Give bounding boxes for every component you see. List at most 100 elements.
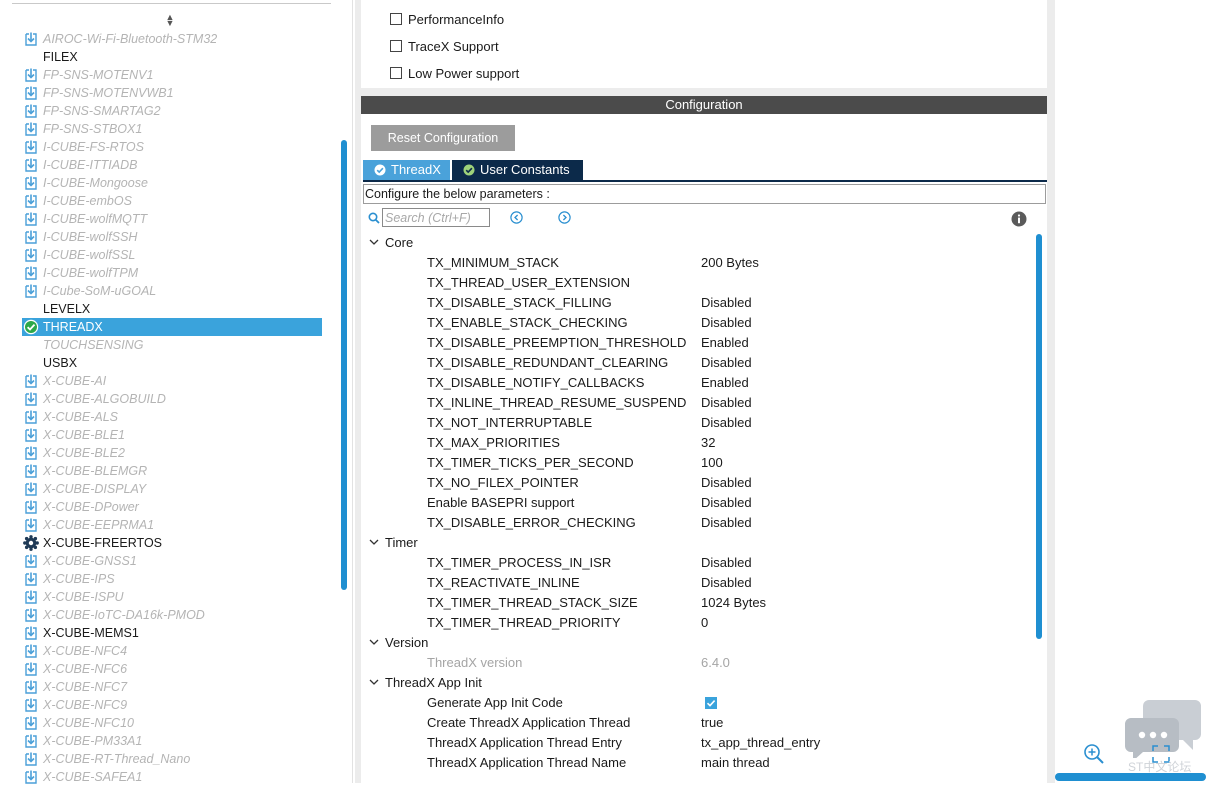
param-name[interactable]: TX_TIMER_TICKS_PER_SECOND — [427, 453, 634, 473]
param-group-timer[interactable]: Timer — [369, 533, 418, 553]
param-value[interactable]: Disabled — [701, 553, 752, 573]
software-pack-item[interactable]: AIROC-Wi-Fi-Bluetooth-STM32 — [22, 30, 322, 48]
software-pack-item[interactable]: X-CUBE-IPS — [22, 570, 322, 588]
software-pack-item[interactable]: X-CUBE-NFC7 — [22, 678, 322, 696]
param-name[interactable]: TX_MINIMUM_STACK — [427, 253, 559, 273]
software-pack-item[interactable]: X-CUBE-MEMS1 — [22, 624, 322, 642]
param-name[interactable]: Generate App Init Code — [427, 693, 563, 713]
software-pack-item[interactable]: I-Cube-SoM-uGOAL — [22, 282, 322, 300]
tracex-support-checkbox[interactable]: TraceX Support — [390, 39, 499, 55]
software-pack-item[interactable]: X-CUBE-SAFEA1 — [22, 768, 322, 786]
software-pack-item[interactable]: FP-SNS-MOTENV1 — [22, 66, 322, 84]
software-pack-item[interactable]: X-CUBE-ALGOBUILD — [22, 390, 322, 408]
chevron-down-icon[interactable] — [369, 237, 379, 247]
software-pack-item[interactable]: X-CUBE-ALS — [22, 408, 322, 426]
chevron-down-icon[interactable] — [369, 637, 379, 647]
chevron-down-icon[interactable] — [369, 677, 379, 687]
param-value[interactable]: Disabled — [701, 513, 752, 533]
param-group-version[interactable]: Version — [369, 633, 428, 653]
software-pack-item[interactable]: I-CUBE-wolfSSH — [22, 228, 322, 246]
zoom-in-icon[interactable] — [1083, 743, 1105, 765]
checkbox-icon[interactable] — [390, 67, 402, 79]
performance-info-checkbox[interactable]: PerformanceInfo — [390, 12, 504, 28]
search-input[interactable] — [382, 208, 490, 227]
software-pack-item[interactable]: X-CUBE-NFC4 — [22, 642, 322, 660]
search-icon[interactable] — [368, 212, 380, 224]
horizontal-scrollbar[interactable] — [1055, 773, 1206, 781]
param-value[interactable]: Disabled — [701, 473, 752, 493]
next-match-icon[interactable] — [558, 211, 571, 224]
param-name[interactable]: TX_DISABLE_NOTIFY_CALLBACKS — [427, 373, 644, 393]
param-name[interactable]: TX_ENABLE_STACK_CHECKING — [427, 313, 628, 333]
param-name[interactable]: TX_INLINE_THREAD_RESUME_SUSPEND — [427, 393, 686, 413]
param-value[interactable]: Disabled — [701, 413, 752, 433]
tab-user-constants[interactable]: User Constants — [452, 160, 583, 180]
param-value[interactable]: Enabled — [701, 373, 749, 393]
param-value[interactable]: 1024 Bytes — [701, 593, 766, 613]
software-pack-item[interactable]: X-CUBE-DISPLAY — [22, 480, 322, 498]
software-pack-item[interactable]: X-CUBE-GNSS1 — [22, 552, 322, 570]
software-pack-item[interactable]: I-CUBE-wolfMQTT — [22, 210, 322, 228]
param-name[interactable]: TX_NO_FILEX_POINTER — [427, 473, 579, 493]
param-value[interactable]: Enabled — [701, 333, 749, 353]
software-pack-item[interactable]: FP-SNS-SMARTAG2 — [22, 102, 322, 120]
software-pack-item[interactable]: USBX — [22, 354, 322, 372]
param-value[interactable]: Disabled — [701, 573, 752, 593]
software-pack-item[interactable]: X-CUBE-AI — [22, 372, 322, 390]
param-value[interactable]: Disabled — [701, 293, 752, 313]
software-pack-item[interactable]: I-CUBE-wolfSSL — [22, 246, 322, 264]
param-name[interactable]: ThreadX version — [427, 653, 522, 673]
param-value-checkbox[interactable] — [701, 693, 717, 713]
param-name[interactable]: TX_DISABLE_STACK_FILLING — [427, 293, 612, 313]
software-pack-item[interactable]: X-CUBE-BLE1 — [22, 426, 322, 444]
chevron-down-icon[interactable] — [369, 537, 379, 547]
software-pack-item[interactable]: I-CUBE-FS-RTOS — [22, 138, 322, 156]
param-group-core[interactable]: Core — [369, 233, 413, 253]
param-name[interactable]: TX_NOT_INTERRUPTABLE — [427, 413, 592, 433]
software-pack-item[interactable]: X-CUBE-BLE2 — [22, 444, 322, 462]
software-pack-item[interactable]: X-CUBE-EEPRMA1 — [22, 516, 322, 534]
checkbox-icon[interactable] — [390, 40, 402, 52]
param-name[interactable]: TX_TIMER_THREAD_PRIORITY — [427, 613, 621, 633]
software-pack-item[interactable]: THREADX — [22, 318, 322, 336]
param-name[interactable]: TX_DISABLE_ERROR_CHECKING — [427, 513, 636, 533]
parameters-scrollbar[interactable] — [1036, 234, 1042, 639]
param-name[interactable]: TX_MAX_PRIORITIES — [427, 433, 560, 453]
software-pack-item[interactable]: LEVELX — [22, 300, 322, 318]
software-pack-item[interactable]: I-CUBE-embOS — [22, 192, 322, 210]
info-icon[interactable] — [1011, 211, 1027, 227]
param-name[interactable]: TX_DISABLE_PREEMPTION_THRESHOLD — [427, 333, 686, 353]
param-name[interactable]: TX_TIMER_PROCESS_IN_ISR — [427, 553, 611, 573]
param-value[interactable]: 32 — [701, 433, 715, 453]
param-name[interactable]: Enable BASEPRI support — [427, 493, 574, 513]
param-value[interactable]: 100 — [701, 453, 723, 473]
software-pack-item[interactable]: X-CUBE-NFC6 — [22, 660, 322, 678]
param-name[interactable]: TX_DISABLE_REDUNDANT_CLEARING — [427, 353, 668, 373]
param-name[interactable]: TX_TIMER_THREAD_STACK_SIZE — [427, 593, 638, 613]
software-pack-item[interactable]: X-CUBE-ISPU — [22, 588, 322, 606]
param-name[interactable]: Create ThreadX Application Thread — [427, 713, 630, 733]
software-pack-item[interactable]: FILEX — [22, 48, 322, 66]
reset-configuration-button[interactable]: Reset Configuration — [371, 125, 515, 151]
param-value[interactable]: true — [701, 713, 723, 733]
param-value[interactable]: 0 — [701, 613, 708, 633]
param-value[interactable]: 200 Bytes — [701, 253, 759, 273]
software-pack-item[interactable]: I-CUBE-ITTIADB — [22, 156, 322, 174]
checkbox-icon[interactable] — [390, 13, 402, 25]
software-pack-item[interactable]: X-CUBE-NFC9 — [22, 696, 322, 714]
param-value[interactable]: main thread — [701, 753, 770, 773]
param-value[interactable]: tx_app_thread_entry — [701, 733, 820, 753]
software-pack-item[interactable]: X-CUBE-BLEMGR — [22, 462, 322, 480]
software-pack-item[interactable]: X-CUBE-RT-Thread_Nano — [22, 750, 322, 768]
param-name[interactable]: ThreadX Application Thread Entry — [427, 733, 622, 753]
param-name[interactable]: ThreadX Application Thread Name — [427, 753, 626, 773]
software-pack-item[interactable]: FP-SNS-STBOX1 — [22, 120, 322, 138]
previous-match-icon[interactable] — [510, 211, 523, 224]
param-group-threadx-app-init[interactable]: ThreadX App Init — [369, 673, 482, 693]
software-pack-item[interactable]: I-CUBE-Mongoose — [22, 174, 322, 192]
param-value[interactable]: Disabled — [701, 353, 752, 373]
param-name[interactable]: TX_THREAD_USER_EXTENSION — [427, 273, 630, 293]
sort-icon[interactable]: ▲ ▼ — [165, 13, 175, 28]
tab-threadx[interactable]: ThreadX — [363, 160, 450, 180]
param-value[interactable]: Disabled — [701, 313, 752, 333]
